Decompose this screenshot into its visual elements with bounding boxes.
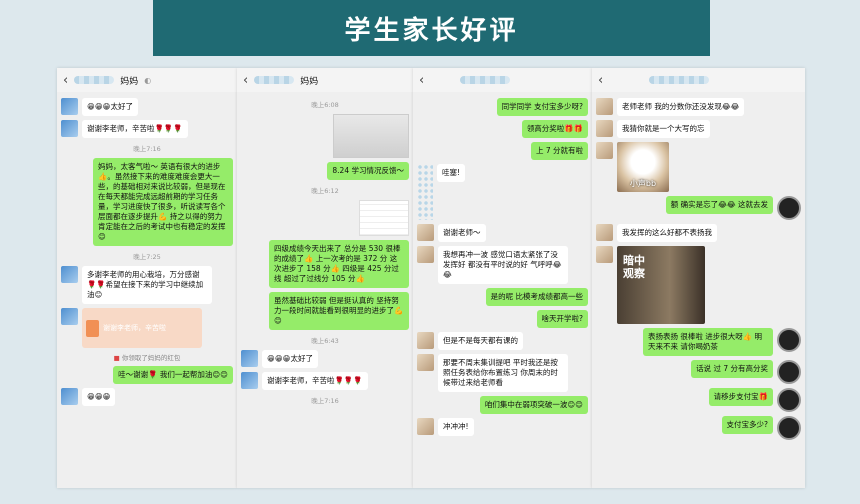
avatar[interactable] (777, 416, 801, 440)
avatar[interactable] (417, 354, 434, 371)
chat-title: 妈妈 (120, 76, 139, 87)
cat-sticker[interactable]: 小声bb (617, 142, 669, 192)
avatar[interactable] (777, 360, 801, 384)
timestamp: 晚上6:08 (311, 101, 339, 109)
message-bubble: 我猜你就是一个大写的忘 (617, 120, 710, 138)
avatar[interactable] (777, 328, 801, 352)
back-arrow-icon[interactable]: ‹ (63, 73, 68, 88)
avatar[interactable] (61, 266, 78, 283)
banner-title: 学生家长好评 (153, 0, 710, 56)
avatar[interactable] (596, 120, 613, 137)
red-envelope-icon (86, 319, 99, 337)
message-bubble: 支付宝多少? (721, 416, 773, 434)
message-bubble: 谢谢李老师，辛苦啦🌹🌹🌹 (262, 372, 368, 390)
avatar[interactable] (417, 332, 434, 349)
timestamp: 晚上6:43 (311, 337, 339, 345)
chat-panel-3[interactable]: ‹ 同学同学 支付宝多少呀? 领高分奖啦🎁🎁 上 7 分就有啦 哇塞! 谢谢老师… (413, 68, 592, 488)
back-arrow-icon[interactable]: ‹ (598, 73, 603, 88)
chat-header: ‹ (592, 68, 805, 92)
message-bubble: 谢谢李老师，辛苦啦🌹🌹🌹 (82, 120, 188, 138)
avatar[interactable] (61, 98, 78, 115)
score-sheet-image[interactable] (359, 200, 409, 236)
avatar[interactable] (596, 246, 613, 263)
back-arrow-icon[interactable]: ‹ (419, 73, 424, 88)
message-bubble: 妈妈，太客气啦～ 英语有很大的进步👍。虽然接下来的难度难度会更大一些，的基础相对… (93, 158, 233, 246)
message-bubble: 请移步支付宝🎁 (708, 388, 773, 406)
message-bubble: 我发挥的这么好都不表扬我 (617, 224, 717, 242)
message-bubble: 😁😁😁太好了 (82, 98, 138, 116)
message-bubble: 领高分奖啦🎁🎁 (521, 120, 588, 138)
red-packet-label: 谢谢李老师，辛苦啦 (103, 324, 166, 332)
message-bubble: 我想再冲一波 感觉口语太紧张了没发挥好 都没有平时说的好 气呼呼😂😂 (438, 246, 568, 284)
message-bubble: 冲冲冲! (438, 418, 474, 436)
avatar[interactable] (417, 246, 434, 263)
ear-icon: ◐ (144, 75, 152, 85)
blurred-name (254, 76, 295, 84)
avatar[interactable] (417, 418, 434, 435)
chat-panel-4[interactable]: ‹ 老师老师 我的分数你还没发现😂😂 我猜你就是一个大写的忘 小声bb 额 确实… (592, 68, 805, 488)
avatar[interactable] (596, 224, 613, 241)
message-bubble: 8.24 学习情况反馈～ (327, 162, 409, 180)
message-bubble: 上 7 分就有啦 (530, 142, 588, 160)
avatar[interactable] (596, 98, 613, 115)
red-envelope-icon: ■ (113, 354, 120, 362)
sticker-caption: 暗中观察 (623, 254, 645, 280)
message-bubble: 虽然基础比较弱 但是挺认真的 坚持努力一段时间就能看到很明显的进步了💪😊 (269, 292, 409, 330)
chat-title: 妈妈 (300, 76, 319, 87)
message-bubble: 老师老师 我的分数你还没发现😂😂 (617, 98, 745, 116)
message-bubble: 话说 过 7 分有高分奖 (691, 360, 773, 378)
blurred-avatar (417, 164, 433, 220)
message-bubble: 啥天开学啦? (536, 310, 588, 328)
message-bubble: 但是不是每天都有课的 (438, 332, 523, 350)
blurred-name (74, 76, 115, 84)
chat-panel-1[interactable]: ‹ 妈妈 ◐ 😁😁😁太好了 谢谢李老师，辛苦啦🌹🌹🌹 晚上7:16 妈妈，太客气… (57, 68, 237, 488)
message-bubble: 😁😁😁 (82, 388, 116, 406)
chat-header: ‹ 妈妈 (237, 68, 413, 92)
avatar[interactable] (777, 196, 801, 220)
message-bubble: 那要不周末集训提吧 平时我还是按照任务表给你布置练习 你周末的时候带过来给老师看 (438, 354, 568, 392)
avatar[interactable] (61, 388, 78, 405)
red-packet[interactable]: 谢谢李老师，辛苦啦 (82, 308, 202, 348)
sticker-caption: 小声bb (629, 179, 657, 188)
timestamp: 晚上7:25 (133, 253, 161, 261)
timestamp: 晚上6:12 (311, 187, 339, 195)
back-arrow-icon[interactable]: ‹ (243, 73, 248, 88)
avatar[interactable] (241, 350, 258, 367)
message-bubble: 四级成绩今天出来了 总分是 530 很棒的成绩了👍 上一次考的是 372 分 这… (269, 240, 409, 288)
message-bubble: 是的呢 比模考成绩都高一些 (485, 288, 588, 306)
avatar[interactable] (777, 388, 801, 412)
message-bubble: 谢谢老师～ (438, 224, 486, 242)
avatar[interactable] (61, 120, 78, 137)
notebook-photo[interactable] (333, 114, 409, 158)
message-bubble: 😁😁😁太好了 (262, 350, 318, 368)
message-bubble: 咱们集中在弱项突破一波😊😊 (479, 396, 588, 414)
avatar[interactable] (417, 224, 434, 241)
message-bubble: 哇塞! (437, 164, 466, 182)
message-bubble: 额 确实是忘了😂😂 这就去发 (665, 196, 773, 214)
avatar[interactable] (596, 142, 613, 159)
avatar[interactable] (241, 372, 258, 389)
chat-panel-2[interactable]: ‹ 妈妈 晚上6:08 8.24 学习情况反馈～ 晚上6:12 四级成绩今天出来… (237, 68, 413, 488)
meme-sticker[interactable]: 暗中观察 (617, 246, 705, 324)
message-bubble: 哇～谢谢🌹 我们一起帮加油😊😊 (113, 366, 233, 384)
system-notice: ■ 你领取了妈妈的红包 (61, 352, 233, 362)
blurred-name (460, 76, 511, 84)
timestamp: 晚上7:16 (311, 397, 339, 405)
system-notice-text: 你领取了妈妈的红包 (121, 354, 181, 362)
message-bubble: 同学同学 支付宝多少呀? (496, 98, 588, 116)
blurred-name (649, 76, 710, 84)
message-bubble: 多谢李老师的用心栽培，万分感谢🌹🌹希望在接下来的学习中继续加油😊 (82, 266, 212, 304)
timestamp: 晚上7:16 (133, 145, 161, 153)
chat-header: ‹ (413, 68, 592, 92)
avatar[interactable] (61, 308, 78, 325)
message-bubble: 表扬表扬 很棒啦 进步很大呀👍 明天来不来 请你喝奶茶 (643, 328, 773, 356)
chat-header: ‹ 妈妈 ◐ (57, 68, 237, 92)
